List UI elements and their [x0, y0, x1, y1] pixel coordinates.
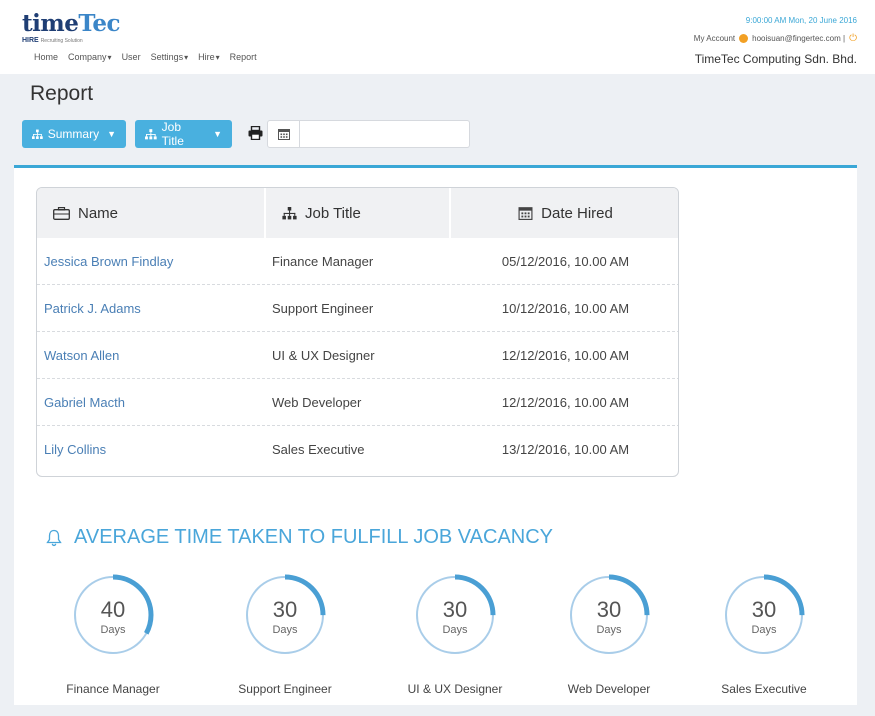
metric-web-developer: 30 Days Web Developer: [539, 573, 679, 696]
calendar-icon[interactable]: [267, 120, 300, 148]
progress-ring: 30 Days: [568, 574, 650, 656]
bell-icon: [46, 529, 62, 546]
logo-hire-text: HIRE: [22, 37, 39, 44]
employee-date-hired: 13/12/2016, 10.00 AM: [501, 442, 630, 457]
current-datetime: 9:00:00 AM Mon, 20 June 2016: [745, 16, 857, 25]
chevron-down-icon: ▼: [213, 129, 222, 139]
nav-hire[interactable]: Hire: [198, 52, 220, 62]
chevron-down-icon: ▼: [107, 129, 116, 139]
nav-settings[interactable]: Settings: [151, 52, 189, 62]
employee-job-title: UI & UX Designer: [272, 348, 375, 363]
employee-date-hired: 05/12/2016, 10.00 AM: [501, 254, 630, 269]
logo-time-text: time: [22, 10, 79, 37]
calendar-icon: [518, 207, 533, 220]
employee-name-link[interactable]: Gabriel Macth: [44, 395, 125, 410]
progress-ring: 30 Days: [723, 574, 805, 656]
column-header-job-title[interactable]: Job Title: [266, 188, 449, 238]
company-name: TimeTec Computing Sdn. Bhd.: [694, 52, 857, 66]
date-range-input[interactable]: [300, 120, 470, 148]
employee-job-title: Sales Executive: [272, 442, 365, 457]
employee-name-link[interactable]: Lily Collins: [44, 442, 106, 457]
employee-name-link[interactable]: Jessica Brown Findlay: [44, 254, 173, 269]
print-icon[interactable]: [248, 125, 264, 143]
metric-label: Web Developer: [567, 682, 651, 696]
logo-tec-text: Tec: [78, 10, 120, 37]
table-row: Patrick J. Adams Support Engineer 10/12/…: [37, 285, 678, 332]
progress-ring: 30 Days: [244, 574, 326, 656]
hired-employees-table: Name Job Title Date Hired Jessica Brown …: [36, 187, 679, 477]
metric-finance-manager: 40 Days Finance Manager: [43, 573, 183, 696]
section-title-text: AVERAGE TIME TAKEN TO FULFILL JOB VACANC…: [74, 526, 554, 548]
progress-ring: 40 Days: [72, 574, 154, 656]
table-row: Lily Collins Sales Executive 13/12/2016,…: [37, 426, 678, 473]
metric-value: 30: [273, 597, 297, 622]
timetec-hire-logo[interactable]: timeTec HIRE Recruiting Solution: [22, 10, 120, 45]
employee-name-link[interactable]: Patrick J. Adams: [44, 301, 141, 316]
logo-tagline: Recruiting Solution: [40, 38, 83, 44]
employee-job-title: Support Engineer: [272, 301, 374, 316]
metric-unit: Days: [751, 624, 777, 636]
main-nav: Home Company User Settings Hire Report: [34, 52, 257, 62]
metric-ui-ux-designer: 30 Days UI & UX Designer: [385, 573, 525, 696]
header-account-area: 9:00:00 AM Mon, 20 June 2016 My Account …: [694, 16, 857, 66]
employee-date-hired: 12/12/2016, 10.00 AM: [501, 348, 630, 363]
metric-sales-executive: 30 Days Sales Executive: [694, 573, 834, 696]
section-title: AVERAGE TIME TAKEN TO FULFILL JOB VACANC…: [46, 526, 553, 549]
nav-home[interactable]: Home: [34, 52, 58, 62]
report-card: Name Job Title Date Hired Jessica Brown …: [14, 165, 857, 705]
job-title-dropdown-button[interactable]: Job Title ▼: [135, 120, 232, 148]
metric-unit: Days: [100, 624, 126, 636]
power-icon[interactable]: ⏻: [849, 33, 857, 44]
column-header-date-hired[interactable]: Date Hired: [451, 188, 678, 238]
report-toolbar: Summary ▼ Job Title ▼: [22, 120, 470, 148]
app-header: timeTec HIRE Recruiting Solution Home Co…: [0, 0, 875, 74]
column-header-name[interactable]: Name: [37, 188, 264, 238]
employee-name-link[interactable]: Watson Allen: [44, 348, 119, 363]
job-title-label: Job Title: [161, 120, 184, 148]
metric-label: UI & UX Designer: [407, 682, 503, 696]
metric-label: Support Engineer: [238, 682, 332, 696]
metric-label: Finance Manager: [66, 682, 160, 696]
employee-date-hired: 10/12/2016, 10.00 AM: [501, 301, 630, 316]
metric-value: 30: [443, 597, 467, 622]
metric-value: 30: [597, 597, 621, 622]
employee-date-hired: 12/12/2016, 10.00 AM: [501, 395, 630, 410]
account-email: hooisuan@fingertec.com |: [752, 34, 846, 43]
summary-label: Summary: [47, 127, 100, 141]
my-account-link[interactable]: My Account: [694, 34, 735, 43]
metric-unit: Days: [272, 624, 298, 636]
header-date-hired-label: Date Hired: [541, 204, 613, 222]
metric-value: 40: [101, 597, 125, 622]
hierarchy-icon: [145, 128, 157, 139]
employee-job-title: Finance Manager: [272, 254, 374, 269]
table-row: Watson Allen UI & UX Designer 12/12/2016…: [37, 332, 678, 379]
progress-ring: 30 Days: [414, 574, 496, 656]
header-job-title-label: Job Title: [305, 204, 361, 222]
employee-job-title: Web Developer: [272, 395, 362, 410]
metric-label: Sales Executive: [721, 682, 807, 696]
hierarchy-icon: [282, 206, 297, 219]
briefcase-icon: [53, 206, 70, 220]
header-name-label: Name: [78, 204, 119, 222]
metric-support-engineer: 30 Days Support Engineer: [215, 573, 355, 696]
metric-unit: Days: [442, 624, 468, 636]
table-row: Gabriel Macth Web Developer 12/12/2016, …: [37, 379, 678, 426]
metric-unit: Days: [596, 624, 622, 636]
nav-user[interactable]: User: [122, 52, 141, 62]
user-status-icon: [739, 34, 749, 43]
page-title: Report: [30, 82, 94, 105]
table-row: Jessica Brown Findlay Finance Manager 05…: [37, 238, 678, 285]
nav-report[interactable]: Report: [230, 52, 257, 62]
nav-company[interactable]: Company: [68, 52, 112, 62]
summary-dropdown-button[interactable]: Summary ▼: [22, 120, 126, 148]
metric-value: 30: [752, 597, 776, 622]
hierarchy-icon: [32, 129, 43, 139]
